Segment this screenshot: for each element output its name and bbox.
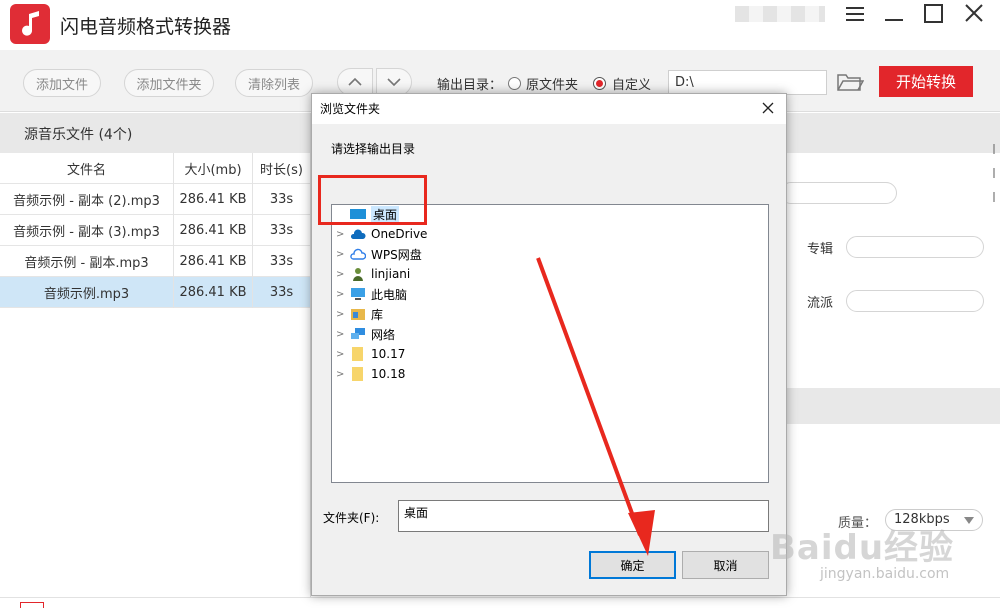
chevron-up-icon: [348, 77, 362, 86]
table-row[interactable]: 音频示例 - 副本 (3).mp3 286.41 KB 33s: [0, 215, 310, 246]
chevron-down-icon: [964, 517, 974, 524]
start-convert-button[interactable]: 开始转换: [879, 66, 973, 97]
file-size: 286.41 KB: [179, 191, 247, 207]
tree-node-label: 网络: [371, 327, 396, 342]
tree-node-label: OneDrive: [371, 227, 428, 241]
file-duration: 33s: [269, 253, 294, 269]
cloud-icon: [350, 229, 366, 239]
file-name: 音频示例.mp3: [43, 286, 130, 302]
file-panel-title: 源音乐文件 (4个): [24, 127, 133, 143]
file-duration: 33s: [269, 222, 294, 238]
cloud-outline-icon: [350, 248, 366, 260]
watermark-brand: Baidu经验: [770, 528, 955, 568]
file-duration: 33s: [269, 284, 294, 300]
col-header-duration[interactable]: 时长(s): [253, 153, 310, 183]
tree-node-folder-1017[interactable]: > 10.17: [336, 344, 536, 364]
output-path-input[interactable]: D:\: [668, 70, 827, 95]
table-header: 文件名 大小(mb) 时长(s): [0, 153, 310, 184]
tree-node-label: WPS网盘: [371, 247, 422, 262]
radio-source-folder[interactable]: [508, 77, 521, 90]
move-up-button[interactable]: [337, 68, 373, 96]
move-down-button[interactable]: [376, 68, 412, 96]
radio-custom[interactable]: [593, 77, 606, 90]
genre-label: 流派: [807, 296, 834, 311]
right-panel-header: [787, 113, 1000, 153]
file-size: 286.41 KB: [179, 253, 247, 269]
tree-node-network[interactable]: > 网络: [336, 324, 536, 344]
app-title: 闪电音频格式转换器: [60, 16, 232, 38]
file-name: 音频示例 - 副本 (2).mp3: [13, 193, 160, 209]
folder-icon: [352, 367, 363, 381]
column-divider: [173, 153, 174, 308]
bottom-icon[interactable]: [20, 602, 44, 608]
table-row[interactable]: 音频示例 - 副本.mp3 286.41 KB 33s: [0, 246, 310, 277]
bottom-bar: [0, 597, 1000, 608]
title-field[interactable]: [780, 182, 897, 204]
file-name: 音频示例 - 副本 (3).mp3: [13, 224, 160, 240]
annotation-arrow: [536, 257, 655, 556]
dialog-title: 浏览文件夹: [320, 102, 381, 116]
file-name: 音频示例 - 副本.mp3: [24, 255, 149, 271]
folder-icon: [352, 347, 363, 361]
library-icon: [351, 309, 365, 320]
watermark-url: jingyan.baidu.com: [820, 566, 950, 582]
tree-node-user[interactable]: > linjiani: [336, 264, 536, 284]
column-divider: [252, 153, 253, 308]
blurred-region: [735, 6, 825, 22]
annotation-highlight-box: [318, 175, 427, 225]
close-icon[interactable]: [960, 2, 988, 26]
dialog-titlebar: [312, 94, 786, 124]
col-header-name[interactable]: 文件名: [0, 153, 173, 183]
folder-field-label: 文件夹(F):: [323, 511, 380, 525]
col-header-size[interactable]: 大小(mb): [174, 153, 252, 183]
dialog-close-icon[interactable]: [758, 98, 778, 118]
network-icon: [351, 328, 365, 339]
tree-node-this-pc[interactable]: > 此电脑: [336, 284, 536, 304]
computer-icon: [351, 288, 365, 300]
album-field[interactable]: [846, 236, 984, 258]
tree-node-wps[interactable]: > WPS网盘: [336, 244, 536, 264]
cancel-button[interactable]: 取消: [682, 551, 769, 579]
user-icon: [353, 268, 363, 281]
menu-icon[interactable]: [842, 2, 870, 26]
tree-node-folder-1018[interactable]: > 10.18: [336, 364, 536, 384]
scroll-indicators: [990, 140, 1000, 220]
file-size: 286.41 KB: [179, 284, 247, 300]
maximize-icon[interactable]: [920, 2, 948, 26]
tree-node-label: 10.17: [371, 347, 406, 361]
tree-node-library[interactable]: > 库: [336, 304, 536, 324]
tree-node-label: 10.18: [371, 367, 406, 381]
custom-label: 自定义: [612, 78, 652, 93]
table-row-selected[interactable]: 音频示例.mp3 286.41 KB 33s: [0, 277, 310, 308]
tree-node-label: 库: [371, 307, 384, 322]
minimize-icon[interactable]: [880, 2, 908, 26]
add-folder-button[interactable]: 添加文件夹: [124, 69, 214, 97]
tree-node-label: linjiani: [371, 267, 411, 281]
album-label: 专辑: [807, 242, 834, 257]
chevron-down-icon: [387, 78, 401, 87]
app-logo-icon: [10, 4, 50, 44]
output-dir-label: 输出目录：: [437, 78, 503, 93]
folder-open-icon[interactable]: [836, 70, 865, 94]
tree-node-label: 此电脑: [371, 287, 408, 302]
file-size: 286.41 KB: [179, 222, 247, 238]
clear-list-button[interactable]: 清除列表: [235, 69, 313, 97]
dialog-prompt: 请选择输出目录: [331, 142, 416, 156]
tree-node-onedrive[interactable]: > OneDrive: [336, 224, 536, 244]
genre-field[interactable]: [846, 290, 984, 312]
file-duration: 33s: [269, 191, 294, 207]
output-settings-header: [787, 388, 1000, 424]
add-file-button[interactable]: 添加文件: [23, 69, 101, 97]
source-folder-label: 原文件夹: [526, 78, 579, 93]
table-row[interactable]: 音频示例 - 副本 (2).mp3 286.41 KB 33s: [0, 184, 310, 215]
